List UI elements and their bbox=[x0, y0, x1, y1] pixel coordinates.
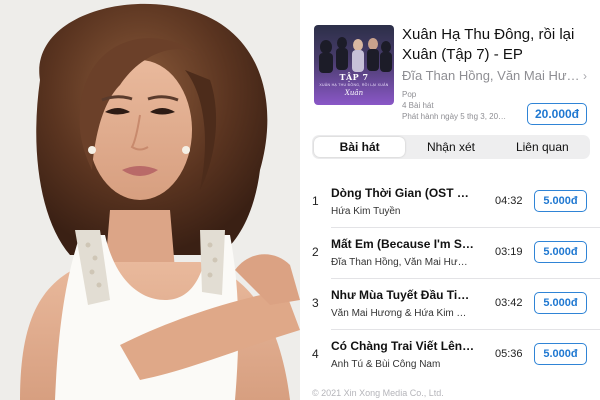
track-artists: Hứa Kim Tuyền bbox=[331, 206, 401, 217]
track-number: 3 bbox=[312, 296, 319, 310]
cover-subtitle: XUÂN HẠ THU ĐÔNG, RỒI LẠI XUÂN bbox=[319, 83, 389, 87]
artist-photo bbox=[0, 0, 300, 400]
track-artists: Đĩa Than Hồng, Văn Mai Hươ… bbox=[331, 257, 471, 268]
artist-portrait-image bbox=[0, 0, 300, 400]
track-duration: 03:19 bbox=[495, 246, 523, 258]
track-row[interactable]: 3 Như Mùa Tuyết Đầu Tiên… Văn Mai Hương … bbox=[304, 279, 600, 330]
album-track-count: 4 Bài hát bbox=[402, 101, 434, 110]
tab-related[interactable]: Liên quan bbox=[497, 137, 588, 157]
album-release-date: Phát hành ngày 5 thg 3, 20… bbox=[402, 112, 507, 121]
track-duration: 03:42 bbox=[495, 297, 523, 309]
track-title: Có Chàng Trai Viết Lên C… bbox=[331, 339, 475, 353]
track-duration: 04:32 bbox=[495, 195, 523, 207]
buy-album-button[interactable]: 20.000đ bbox=[527, 103, 587, 125]
cover-signature: Xuân bbox=[344, 89, 364, 97]
track-row[interactable]: 2 Mất Em (Because I'm St… Đĩa Than Hồng,… bbox=[304, 228, 600, 279]
track-title: Như Mùa Tuyết Đầu Tiên… bbox=[331, 288, 475, 302]
album-title: Xuân Hạ Thu Đông, rồi lại Xuân (Tập 7) -… bbox=[402, 26, 575, 63]
copyright-text: © 2021 Xin Xong Media Co., Ltd. bbox=[312, 388, 444, 398]
track-row[interactable]: 1 Dòng Thời Gian (OST Mù… Hứa Kim Tuyền … bbox=[304, 177, 600, 228]
buy-track-button[interactable]: 5.000đ bbox=[534, 343, 587, 365]
album-store-panel: TẬP 7 XUÂN HẠ THU ĐÔNG, RỒI LẠI XUÂN Xuâ… bbox=[304, 0, 600, 400]
track-list: 1 Dòng Thời Gian (OST Mù… Hứa Kim Tuyền … bbox=[304, 177, 600, 381]
tab-bar: Bài hát Nhận xét Liên quan bbox=[312, 135, 590, 159]
track-row[interactable]: 4 Có Chàng Trai Viết Lên C… Anh Tú & Bùi… bbox=[304, 330, 600, 381]
track-duration: 05:36 bbox=[495, 348, 523, 360]
track-artists: Anh Tú & Bùi Công Nam bbox=[331, 359, 441, 370]
cover-volume-label: TẬP 7 bbox=[339, 72, 369, 82]
buy-track-button[interactable]: 5.000đ bbox=[534, 190, 587, 212]
tab-songs[interactable]: Bài hát bbox=[314, 137, 406, 157]
track-number: 2 bbox=[312, 245, 319, 259]
track-title: Dòng Thời Gian (OST Mù… bbox=[331, 186, 475, 200]
album-cover[interactable]: TẬP 7 XUÂN HẠ THU ĐÔNG, RỒI LẠI XUÂN Xuâ… bbox=[314, 25, 394, 105]
track-number: 1 bbox=[312, 194, 319, 208]
album-genre: Pop bbox=[402, 90, 417, 99]
track-artists: Văn Mai Hương & Hứa Kim Tu… bbox=[331, 308, 471, 319]
tab-reviews[interactable]: Nhận xét bbox=[405, 137, 496, 157]
track-number: 4 bbox=[312, 347, 319, 361]
buy-track-button[interactable]: 5.000đ bbox=[534, 292, 587, 314]
buy-track-button[interactable]: 5.000đ bbox=[534, 241, 587, 263]
chevron-right-icon[interactable]: › bbox=[583, 69, 587, 83]
track-title: Mất Em (Because I'm St… bbox=[331, 237, 475, 251]
album-artist-link[interactable]: Đĩa Than Hồng, Văn Mai Hương… bbox=[402, 68, 582, 83]
